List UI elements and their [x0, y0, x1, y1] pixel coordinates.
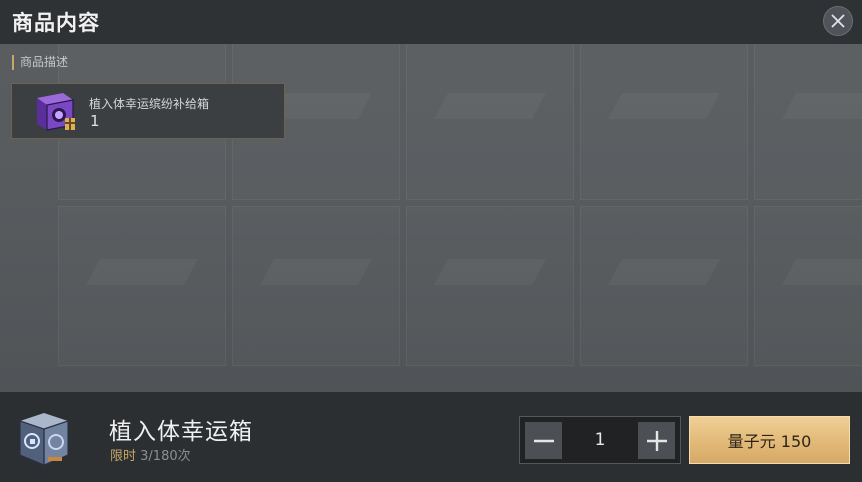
item-quantity: 1: [90, 112, 100, 130]
close-button[interactable]: [823, 6, 853, 36]
quantity-stepper: 1: [519, 416, 681, 464]
background-card: [754, 206, 862, 366]
background-shop-grid: [0, 0, 862, 392]
modal-header: 商品内容: [0, 0, 862, 44]
close-icon: [831, 14, 845, 28]
silver-implant-box-icon: [19, 413, 69, 466]
background-card: [58, 206, 226, 366]
modal-title: 商品内容: [12, 11, 100, 35]
decrement-button[interactable]: [525, 422, 562, 459]
product-name: 植入体幸运箱: [109, 419, 253, 445]
background-card: [406, 40, 574, 200]
buy-button[interactable]: 量子元 150: [689, 416, 850, 464]
background-card: [580, 206, 748, 366]
increment-button[interactable]: [638, 422, 675, 459]
purchase-footer: 植入体幸运箱 限时 3/180次 1 量子元 150: [0, 392, 862, 482]
item-name: 植入体幸运缤纷补给箱: [89, 97, 210, 111]
content-item-card[interactable]: 植入体幸运缤纷补给箱 1: [11, 83, 285, 139]
purchase-limit-value: 3/180次: [140, 449, 191, 464]
minus-icon: [533, 439, 554, 442]
quantity-value[interactable]: 1: [567, 417, 633, 463]
purchase-limit: 限时 3/180次: [110, 445, 191, 464]
section-label: 商品描述: [12, 55, 68, 70]
purple-supply-box-icon: [37, 93, 75, 131]
background-card: [232, 206, 400, 366]
background-card: [406, 206, 574, 366]
purchase-limit-label: 限时: [110, 449, 137, 464]
plus-icon: [646, 430, 667, 451]
background-card: [580, 40, 748, 200]
background-card: [754, 40, 862, 200]
